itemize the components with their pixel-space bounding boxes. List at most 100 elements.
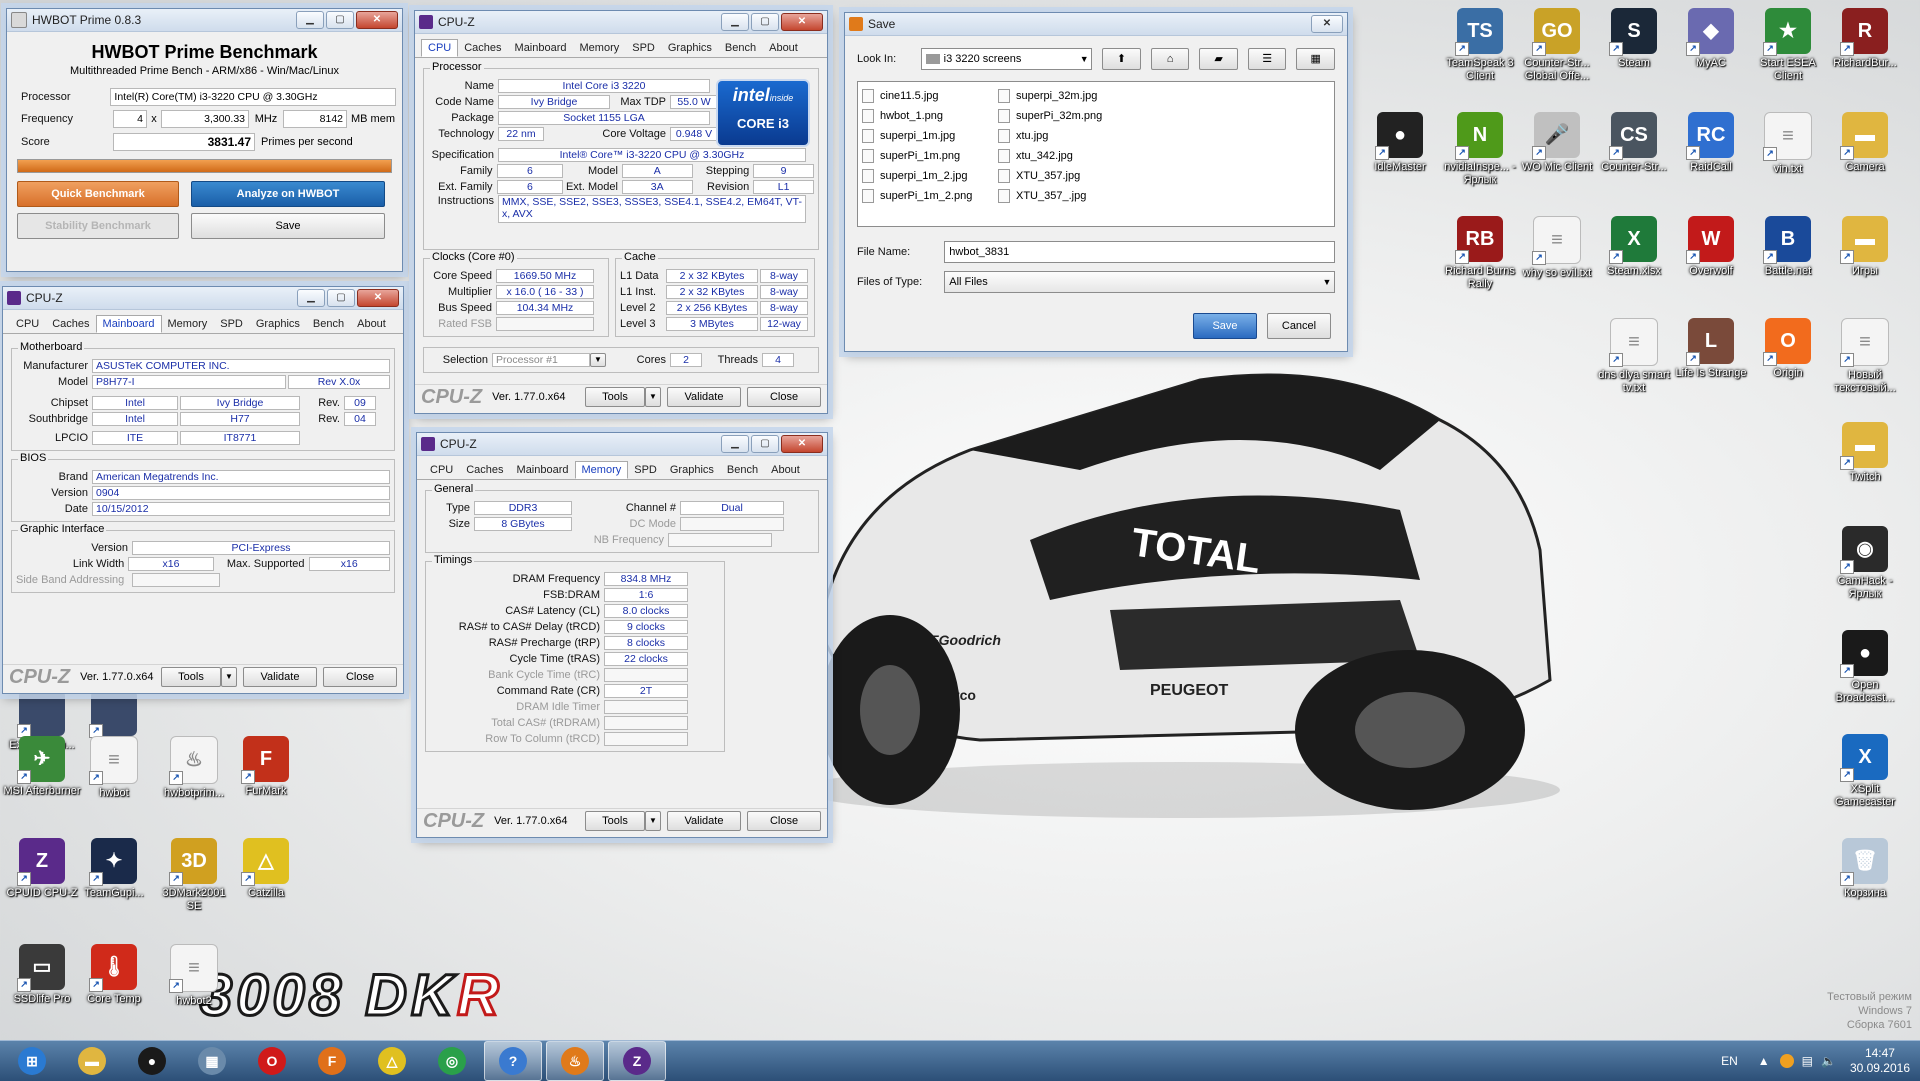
desktop-icon[interactable]: ▭ ↗ SSDlife Pro xyxy=(2,944,82,1006)
model-field[interactable]: P8H77-I xyxy=(92,374,286,389)
score-field[interactable]: 3831.47 xyxy=(113,133,255,151)
file-item[interactable]: superpi_1m_2.jpg xyxy=(862,166,998,186)
taskbar-calculator-button[interactable]: ▦ xyxy=(184,1042,240,1080)
l3-field[interactable]: 3 MBytes xyxy=(666,316,758,331)
tab-cpu[interactable]: CPU xyxy=(423,461,460,479)
maximize-button[interactable]: ▢ xyxy=(751,435,779,453)
desktop-icon[interactable]: ≡ ↗ hwbot xyxy=(74,736,154,800)
multiplier-field[interactable]: x 16.0 ( 16 - 33 ) xyxy=(496,284,594,299)
tab-bench[interactable]: Bench xyxy=(306,315,351,333)
instructions-field[interactable]: MMX, SSE, SSE2, SSE3, SSSE3, SSE4.1, SSE… xyxy=(498,195,806,223)
tab-caches[interactable]: Caches xyxy=(45,315,96,333)
tras-field[interactable]: 22 clocks xyxy=(604,651,688,666)
save-dialog-titlebar[interactable]: Save ✕ xyxy=(845,13,1347,36)
desktop-icon[interactable]: ● ↗ Open Broadcast... xyxy=(1825,630,1905,705)
desktop-icon[interactable]: ≡ ↗ why so evil.txt xyxy=(1517,216,1597,280)
desktop-icon[interactable]: 3D ↗ 3DMark2001 SE xyxy=(154,838,234,913)
tab-cpu[interactable]: CPU xyxy=(9,315,46,333)
close-button[interactable]: ✕ xyxy=(781,13,823,31)
filename-input[interactable]: hwbot_3831 xyxy=(944,241,1335,263)
package-field[interactable]: Socket 1155 LGA xyxy=(498,110,710,125)
tray-expand-icon[interactable]: ▲ xyxy=(1758,1054,1770,1068)
minimize-button[interactable]: ▁ xyxy=(297,289,325,307)
file-item[interactable]: superPi_32m.png xyxy=(998,106,1134,126)
selection-chevron-down-icon[interactable]: ▼ xyxy=(590,353,606,367)
up-folder-button[interactable]: ⬆ xyxy=(1102,48,1141,70)
desktop-icon[interactable]: W ↗ Overwolf xyxy=(1671,216,1751,278)
desktop-icon[interactable]: ▬ ↗ Camera xyxy=(1825,112,1905,174)
tab-mainboard[interactable]: Mainboard xyxy=(508,39,574,57)
desktop-icon[interactable]: RC ↗ RaidCall xyxy=(1671,112,1751,174)
tools-button[interactable]: Tools xyxy=(161,667,221,687)
desktop-icon[interactable]: L ↗ Life Is Strange xyxy=(1671,318,1751,380)
filetype-dropdown[interactable]: All Files ▼ xyxy=(944,271,1335,293)
dcmode-field[interactable] xyxy=(680,516,784,531)
desktop-icon[interactable]: ✈ ↗ MSI Afterburner xyxy=(2,736,82,798)
codename-field[interactable]: Ivy Bridge xyxy=(498,94,610,109)
tools-dropdown-icon[interactable]: ▼ xyxy=(645,387,661,407)
desktop-icon[interactable]: ✦ ↗ TeamGupi... xyxy=(74,838,154,900)
lpcio-name-field[interactable]: IT8771 xyxy=(180,430,300,445)
validate-button[interactable]: Validate xyxy=(667,387,741,407)
dramfreq-field[interactable]: 834.8 MHz xyxy=(604,571,688,586)
threads-field[interactable]: 4 xyxy=(762,353,794,367)
type-field[interactable]: DDR3 xyxy=(474,500,572,515)
chipset-vendor-field[interactable]: Intel xyxy=(92,395,178,410)
minimize-button[interactable]: ▁ xyxy=(721,13,749,31)
minimize-button[interactable]: ▁ xyxy=(296,11,324,29)
desktop-icon[interactable]: F ↗ FurMark xyxy=(226,736,306,798)
quick-benchmark-button[interactable]: Quick Benchmark xyxy=(17,181,179,207)
tab-mainboard[interactable]: Mainboard xyxy=(510,461,576,479)
analyze-hwbot-button[interactable]: Analyze on HWBOT xyxy=(191,181,385,207)
extmodel-field[interactable]: 3A xyxy=(621,179,693,194)
tools-dropdown-icon[interactable]: ▼ xyxy=(645,811,661,831)
file-item[interactable]: xtu_342.jpg xyxy=(998,146,1134,166)
details-view-button[interactable]: ▦ xyxy=(1296,48,1335,70)
max-supported-field[interactable]: x16 xyxy=(308,556,390,571)
size-field[interactable]: 8 GBytes xyxy=(474,516,572,531)
tools-dropdown-icon[interactable]: ▼ xyxy=(221,667,237,687)
processor-field[interactable]: Intel(R) Core(TM) i3-3220 CPU @ 3.30GHz xyxy=(110,88,396,106)
tab-bench[interactable]: Bench xyxy=(718,39,763,57)
cas-latency-field[interactable]: 8.0 clocks xyxy=(604,603,688,618)
maximize-button[interactable]: ▢ xyxy=(751,13,779,31)
tab-memory[interactable]: Memory xyxy=(161,315,215,333)
file-item[interactable]: hwbot_1.png xyxy=(862,106,998,126)
tab-caches[interactable]: Caches xyxy=(459,461,510,479)
trp-field[interactable]: 8 clocks xyxy=(604,635,688,650)
list-view-button[interactable]: ☰ xyxy=(1247,48,1287,70)
save-button[interactable]: Save xyxy=(1193,313,1257,339)
l2-way-field[interactable]: 8-way xyxy=(760,300,808,315)
close-button[interactable]: ✕ xyxy=(357,289,399,307)
memory-field[interactable]: 8142 xyxy=(283,110,347,128)
tab-graphics[interactable]: Graphics xyxy=(249,315,307,333)
desktop-icon[interactable]: 🗑 ↗ Корзина xyxy=(1825,838,1905,900)
new-folder-button[interactable]: ▰ xyxy=(1199,48,1238,70)
fsbdram-field[interactable]: 1:6 xyxy=(604,587,688,602)
l1inst-way-field[interactable]: 8-way xyxy=(760,284,808,299)
close-button[interactable]: ✕ xyxy=(356,11,398,29)
tray-app-icon[interactable] xyxy=(1779,1054,1794,1068)
cpuz-memory-titlebar[interactable]: CPU-Z ▁ ▢ ✕ xyxy=(417,433,827,456)
cores-field[interactable]: 2 xyxy=(670,353,702,367)
tab-memory[interactable]: Memory xyxy=(573,39,627,57)
trcd-field[interactable]: 9 clocks xyxy=(604,619,688,634)
bios-date-field[interactable]: 10/15/2012 xyxy=(92,501,390,516)
tab-about[interactable]: About xyxy=(762,39,805,57)
extfamily-field[interactable]: 6 xyxy=(496,179,564,194)
taskbar-java-button[interactable]: ♨ xyxy=(546,1041,604,1081)
desktop-icon[interactable]: O ↗ Origin xyxy=(1748,318,1828,380)
taskbar-help-button[interactable]: ? xyxy=(484,1041,542,1081)
name-field[interactable]: Intel Core i3 3220 xyxy=(498,78,710,93)
gi-version-field[interactable]: PCI-Express xyxy=(132,540,390,555)
desktop-icon[interactable]: CS ↗ Counter-Str... xyxy=(1594,112,1674,174)
desktop-icon[interactable]: 🎤 ↗ WO Mic Client xyxy=(1517,112,1597,174)
nbfreq-field[interactable] xyxy=(668,532,772,547)
bios-brand-field[interactable]: American Megatrends Inc. xyxy=(92,469,390,484)
desktop-icon[interactable]: X ↗ Steam.xlsx xyxy=(1594,216,1674,278)
lpcio-vendor-field[interactable]: ITE xyxy=(92,430,178,445)
tab-spd[interactable]: SPD xyxy=(627,461,664,479)
corespeed-field[interactable]: 1669.50 MHz xyxy=(496,268,594,283)
close-button[interactable]: Close xyxy=(747,387,821,407)
taskbar-start-button[interactable]: ⊞ xyxy=(4,1042,60,1080)
